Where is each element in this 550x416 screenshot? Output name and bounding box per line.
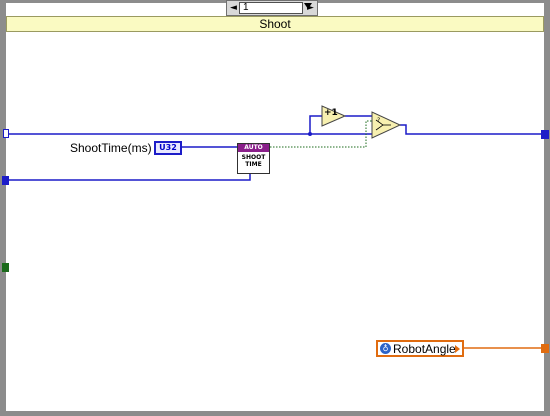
select-question-mark: ? <box>377 117 380 124</box>
tunnel-right-count[interactable] <box>541 130 549 139</box>
global-variable-name: RobotAngle <box>393 342 456 356</box>
shoottime-label: ShootTime(ms) <box>70 141 152 155</box>
subvi-text-line2: TIME <box>245 161 262 168</box>
auto-shoot-time-subvi[interactable]: AUTO SHOOT TIME <box>237 143 270 174</box>
tunnel-left-boolean[interactable] <box>2 263 9 272</box>
wire-to-increment[interactable] <box>309 115 322 134</box>
shoottime-u32-constant[interactable]: U32 <box>154 141 182 155</box>
subvi-text-line1: SHOOT <box>241 154 266 161</box>
increment-label: +1 <box>324 108 338 118</box>
subvi-text: SHOOT TIME <box>238 152 269 168</box>
globe-icon: ♁ <box>380 343 391 354</box>
block-diagram: ◄ 1 ► Shoot ? ShootTime(ms) U32 AUTO SHO… <box>0 0 550 416</box>
robotangle-global-variable[interactable]: ♁ RobotAngle <box>376 340 464 357</box>
wire-select-out[interactable] <box>400 124 544 135</box>
wire-layer: ? <box>6 105 544 349</box>
tunnel-right-robotangle[interactable] <box>541 344 549 353</box>
wire-time-in[interactable] <box>6 174 251 181</box>
global-write-arrow-icon <box>455 345 460 353</box>
wire-junction <box>308 132 312 136</box>
subvi-banner: AUTO <box>238 144 269 152</box>
tunnel-left-time[interactable] <box>2 176 9 185</box>
tunnel-left-count[interactable] <box>3 129 9 138</box>
